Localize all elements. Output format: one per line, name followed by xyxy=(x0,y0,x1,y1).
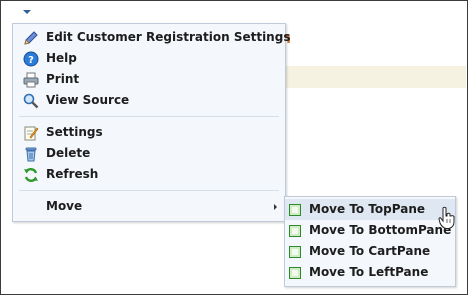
pane-icon xyxy=(289,267,301,279)
pane-icon xyxy=(289,246,301,258)
submenu-item-move-to-leftpane[interactable]: Move To LeftPane xyxy=(285,262,455,283)
submenu-item-label: Move To BottomPane xyxy=(309,223,452,237)
menu-item-label: Move xyxy=(46,199,83,213)
menu-separator xyxy=(19,116,279,117)
menu-item-label: Edit Customer Registration Settings xyxy=(46,30,291,44)
menu-item-label: Settings xyxy=(46,125,103,139)
menu-item-label: Print xyxy=(46,72,80,86)
submenu-arrow-icon xyxy=(274,204,277,210)
menu-item-label: Refresh xyxy=(46,167,99,181)
menu-item-print[interactable]: Print xyxy=(13,70,285,90)
action-menu-toggle-caret-icon[interactable] xyxy=(23,10,31,14)
submenu-item-label: Move To LeftPane xyxy=(309,265,429,279)
submenu-item-label: Move To TopPane xyxy=(309,202,426,216)
submenu-item-move-to-toppane[interactable]: Move To TopPane xyxy=(285,199,455,220)
background-content-band xyxy=(284,66,466,88)
submenu-item-label: Move To CartPane xyxy=(309,244,431,258)
menu-separator xyxy=(19,190,279,191)
menu-item-refresh[interactable]: Refresh xyxy=(13,165,285,185)
trash-can-icon xyxy=(25,147,37,162)
refresh-icon xyxy=(24,168,38,182)
pencil-icon xyxy=(24,31,38,45)
menu-item-edit-settings[interactable]: Edit Customer Registration Settings xyxy=(13,28,290,48)
move-submenu: Move To TopPane Move To BottomPane Move … xyxy=(284,196,456,287)
menu-item-label: View Source xyxy=(46,93,130,107)
pane-icon xyxy=(289,225,301,237)
pane-icon xyxy=(289,204,301,216)
submenu-item-move-to-bottompane[interactable]: Move To BottomPane xyxy=(285,220,455,241)
hand-pointer-cursor-icon xyxy=(438,206,455,229)
menu-item-view-source[interactable]: View Source xyxy=(13,91,285,111)
submenu-item-move-to-cartpane[interactable]: Move To CartPane xyxy=(285,241,455,262)
menu-item-label: Delete xyxy=(46,146,91,160)
svg-text:?: ? xyxy=(28,55,34,66)
menu-item-settings[interactable]: Settings xyxy=(13,123,285,143)
menu-item-move[interactable]: Move xyxy=(13,197,285,217)
module-action-menu: Edit Customer Registration Settings ? He… xyxy=(12,23,290,222)
settings-notepad-icon xyxy=(24,126,39,141)
menu-item-help[interactable]: ? Help xyxy=(13,49,285,69)
magnifier-icon xyxy=(23,93,39,109)
menu-item-delete[interactable]: Delete xyxy=(13,144,285,164)
menu-item-label: Help xyxy=(46,51,77,65)
help-icon: ? xyxy=(23,51,39,67)
printer-icon xyxy=(23,72,39,88)
